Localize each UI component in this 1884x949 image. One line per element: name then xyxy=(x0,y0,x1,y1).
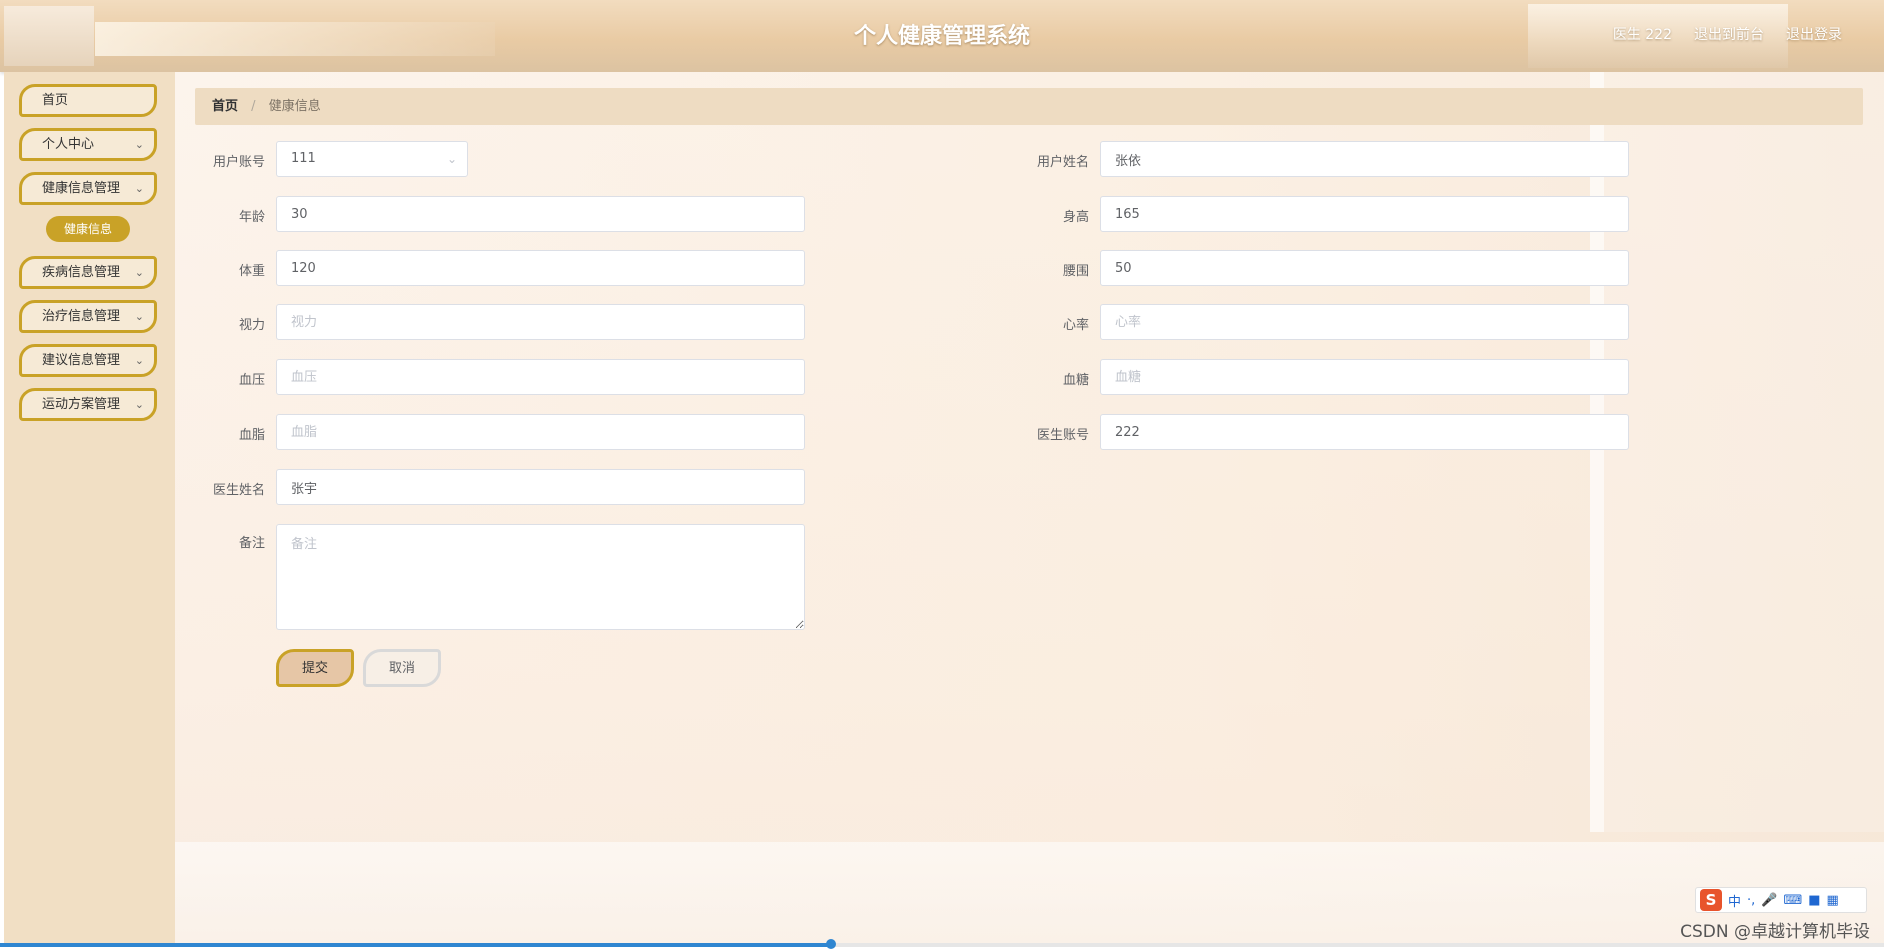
blood-lipid-input[interactable] xyxy=(276,414,805,450)
current-user-label: 医生 222 xyxy=(1612,27,1672,43)
sogou-logo-icon[interactable]: S xyxy=(1700,889,1722,911)
height-label: 身高 xyxy=(1062,210,1089,225)
chevron-down-icon: ⌄ xyxy=(134,138,144,151)
user-account-select[interactable]: 111 ⌄ xyxy=(276,141,468,177)
blood-sugar-label: 血糖 xyxy=(1062,373,1089,388)
sidebar-item-label: 个人中心 xyxy=(42,137,95,152)
blood-sugar-input[interactable] xyxy=(1100,359,1629,395)
sidebar-item-health-info-management[interactable]: 健康信息管理 ⌄ xyxy=(19,172,157,205)
breadcrumb-separator: / xyxy=(251,99,256,114)
sidebar-subitem-health-info[interactable]: 健康信息 xyxy=(46,216,130,242)
remark-label: 备注 xyxy=(238,536,265,551)
ime-toolbar: S 中 ·, 🎤 ⌨ ■ ▦ xyxy=(1695,887,1867,913)
submit-button[interactable]: 提交 xyxy=(276,649,354,687)
skin-icon[interactable]: ■ xyxy=(1808,893,1820,908)
sidebar-item-exercise-plan-management[interactable]: 运动方案管理 ⌄ xyxy=(19,388,157,421)
scroll-handle[interactable] xyxy=(826,939,836,949)
sidebar-item-label: 建议信息管理 xyxy=(42,353,121,368)
chevron-down-icon: ⌄ xyxy=(134,354,144,367)
user-name-input[interactable] xyxy=(1100,141,1629,177)
blood-lipid-label: 血脂 xyxy=(238,428,265,443)
sidebar-item-home[interactable]: 首页 xyxy=(19,84,157,117)
bottom-scroll-track xyxy=(0,939,1884,949)
sidebar-item-label: 疾病信息管理 xyxy=(42,265,121,280)
sidebar-item-label: 运动方案管理 xyxy=(42,397,121,412)
weight-input[interactable] xyxy=(276,250,805,286)
waist-input[interactable] xyxy=(1100,250,1629,286)
vision-input[interactable] xyxy=(276,304,805,340)
sidebar-item-label: 首页 xyxy=(42,93,69,108)
doctor-name-input[interactable] xyxy=(276,469,805,505)
chevron-down-icon: ⌄ xyxy=(134,266,144,279)
background-floor xyxy=(175,842,1884,947)
grid-icon[interactable]: ▦ xyxy=(1827,893,1839,908)
breadcrumb: 首页 / 健康信息 xyxy=(195,88,1863,125)
user-account-label: 用户账号 xyxy=(212,155,265,170)
sidebar-item-personal-center[interactable]: 个人中心 ⌄ xyxy=(19,128,157,161)
header-user-area: 医生 222 退出到前台 退出登录 xyxy=(1613,24,1842,44)
punctuation-icon[interactable]: ·, xyxy=(1747,893,1755,908)
chevron-down-icon: ⌄ xyxy=(134,398,144,411)
chevron-down-icon: ⌄ xyxy=(134,310,144,323)
sidebar-item-advice-info-management[interactable]: 建议信息管理 ⌄ xyxy=(19,344,157,377)
user-name-label: 用户姓名 xyxy=(1036,155,1089,170)
breadcrumb-home-link[interactable]: 首页 xyxy=(212,99,238,114)
keyboard-icon[interactable]: ⌨ xyxy=(1783,893,1802,908)
ime-mode-toggle[interactable]: 中 xyxy=(1728,891,1741,910)
bottom-progress-fill xyxy=(0,943,831,947)
vision-label: 视力 xyxy=(238,318,265,333)
remark-textarea[interactable] xyxy=(276,524,805,630)
age-label: 年龄 xyxy=(238,210,265,225)
doctor-name-label: 医生姓名 xyxy=(212,483,265,498)
doctor-account-input[interactable] xyxy=(1100,414,1629,450)
breadcrumb-current: 健康信息 xyxy=(268,99,321,114)
logout-link[interactable]: 退出登录 xyxy=(1786,24,1842,44)
sidebar: 首页 个人中心 ⌄ 健康信息管理 ⌄ 健康信息 疾病信息管理 ⌄ 治疗信息管理 … xyxy=(4,72,175,947)
sidebar-item-label: 健康信息管理 xyxy=(42,181,121,196)
sidebar-item-treatment-info-management[interactable]: 治疗信息管理 ⌄ xyxy=(19,300,157,333)
weight-label: 体重 xyxy=(238,264,265,279)
user-account-value: 111 xyxy=(291,151,316,166)
chevron-up-icon: ⌄ xyxy=(134,182,144,195)
heart-rate-input[interactable] xyxy=(1100,304,1629,340)
cancel-button[interactable]: 取消 xyxy=(363,649,441,687)
waist-label: 腰围 xyxy=(1062,264,1089,279)
app-title: 个人健康管理系统 xyxy=(853,24,1030,49)
doctor-account-label: 医生账号 xyxy=(1036,428,1089,443)
sidebar-item-label: 治疗信息管理 xyxy=(42,309,121,324)
blood-pressure-input[interactable] xyxy=(276,359,805,395)
sidebar-item-disease-info-management[interactable]: 疾病信息管理 ⌄ xyxy=(19,256,157,289)
age-input[interactable] xyxy=(276,196,805,232)
chevron-down-icon: ⌄ xyxy=(446,152,457,166)
main-content: 首页 / 健康信息 用户账号 111 ⌄ 用户姓名 年龄 身高 体重 腰围 视力… xyxy=(175,72,1884,947)
microphone-icon[interactable]: 🎤 xyxy=(1761,893,1777,908)
heart-rate-label: 心率 xyxy=(1062,318,1089,333)
back-to-front-link[interactable]: 退出到前台 xyxy=(1694,24,1764,44)
watermark: CSDN @卓越计算机毕设 xyxy=(1680,922,1870,942)
top-header: 个人健康管理系统 医生 222 退出到前台 退出登录 xyxy=(0,0,1884,72)
height-input[interactable] xyxy=(1100,196,1629,232)
blood-pressure-label: 血压 xyxy=(238,373,265,388)
background-decoration xyxy=(1590,72,1884,832)
